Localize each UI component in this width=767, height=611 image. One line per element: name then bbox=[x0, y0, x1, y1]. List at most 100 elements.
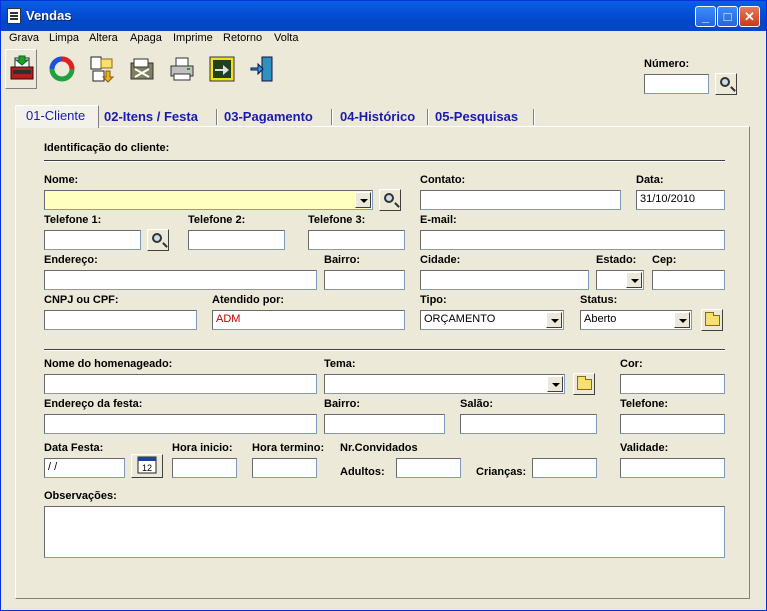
salao-input[interactable] bbox=[460, 414, 597, 434]
telefone3-input[interactable] bbox=[308, 230, 405, 250]
hora-termino-input[interactable] bbox=[252, 458, 317, 478]
data-label: Data: bbox=[636, 174, 664, 186]
homenageado-input[interactable] bbox=[44, 374, 317, 394]
endereco-festa-label: Endereço da festa: bbox=[44, 398, 143, 410]
email-label: E-mail: bbox=[420, 214, 457, 226]
save-tool-button[interactable] bbox=[5, 49, 37, 89]
tab-separator bbox=[533, 109, 535, 125]
tab-pesquisas[interactable]: 05-Pesquisas bbox=[435, 107, 518, 127]
endereco-festa-input[interactable] bbox=[44, 414, 317, 434]
tab-separator bbox=[427, 109, 429, 125]
status-value: Aberto bbox=[584, 313, 617, 325]
nome-search-button[interactable] bbox=[379, 189, 401, 211]
nr-convidados-label: Nr.Convidados bbox=[340, 442, 418, 454]
window-title: Vendas bbox=[26, 8, 72, 23]
menu-altera[interactable]: Altera bbox=[89, 32, 118, 44]
endereco-input[interactable] bbox=[44, 270, 317, 290]
cep-input[interactable] bbox=[652, 270, 725, 290]
tab-historico[interactable]: 04-Histórico bbox=[340, 107, 415, 127]
status-combobox[interactable]: Aberto bbox=[580, 310, 692, 330]
maximize-button[interactable]: □ bbox=[717, 6, 738, 27]
numero-search-button[interactable] bbox=[715, 73, 737, 95]
telefone3-label: Telefone 3: bbox=[308, 214, 366, 226]
printer-icon bbox=[170, 57, 194, 81]
nome-combobox[interactable] bbox=[44, 190, 373, 210]
telefone2-input[interactable] bbox=[188, 230, 285, 250]
tema-label: Tema: bbox=[324, 358, 356, 370]
telefone-festa-input[interactable] bbox=[620, 414, 725, 434]
return-tool-button[interactable] bbox=[205, 49, 237, 89]
edit-tool-button[interactable] bbox=[85, 49, 117, 89]
chevron-down-icon[interactable] bbox=[674, 312, 690, 328]
menu-apaga[interactable]: Apaga bbox=[130, 32, 162, 44]
observacoes-textarea[interactable] bbox=[44, 506, 725, 558]
cor-label: Cor: bbox=[620, 358, 643, 370]
validade-input[interactable] bbox=[620, 458, 725, 478]
delete-icon bbox=[130, 58, 154, 80]
section-divider bbox=[44, 160, 725, 162]
chevron-down-icon[interactable] bbox=[626, 272, 642, 288]
tipo-value: ORÇAMENTO bbox=[424, 313, 496, 325]
adultos-label: Adultos: bbox=[340, 466, 385, 478]
homenageado-label: Nome do homenageado: bbox=[44, 358, 173, 370]
menu-limpa[interactable]: Limpa bbox=[49, 32, 79, 44]
telefone-festa-label: Telefone: bbox=[620, 398, 669, 410]
criancas-input[interactable] bbox=[532, 458, 597, 478]
search-icon bbox=[384, 193, 394, 203]
cor-input[interactable] bbox=[620, 374, 725, 394]
tab-separator bbox=[216, 109, 218, 125]
hora-inicio-input[interactable] bbox=[172, 458, 237, 478]
delete-tool-button[interactable] bbox=[125, 49, 157, 89]
chevron-down-icon[interactable] bbox=[547, 376, 563, 392]
tipo-label: Tipo: bbox=[420, 294, 447, 306]
window: Vendas _ □ ✕ Grava Limpa Altera Apaga Im… bbox=[0, 0, 767, 611]
tema-folder-button[interactable] bbox=[573, 373, 595, 395]
email-input[interactable] bbox=[420, 230, 725, 250]
tipo-combobox[interactable]: ORÇAMENTO bbox=[420, 310, 564, 330]
menu-imprime[interactable]: Imprime bbox=[173, 32, 213, 44]
contato-input[interactable] bbox=[420, 190, 621, 210]
atendido-input[interactable]: ADM bbox=[212, 310, 405, 330]
tab-pagamento[interactable]: 03-Pagamento bbox=[224, 107, 313, 127]
adultos-input[interactable] bbox=[396, 458, 461, 478]
tab-itens-festa[interactable]: 02-Itens / Festa bbox=[104, 107, 198, 127]
print-tool-button[interactable] bbox=[165, 49, 197, 89]
refresh-icon bbox=[49, 56, 75, 82]
bairro-input[interactable] bbox=[324, 270, 405, 290]
data-festa-input[interactable]: / / bbox=[44, 458, 125, 478]
tema-combobox[interactable] bbox=[324, 374, 565, 394]
bairro-festa-input[interactable] bbox=[324, 414, 445, 434]
cnpj-input[interactable] bbox=[44, 310, 197, 330]
exit-tool-button[interactable] bbox=[245, 49, 277, 89]
calendar-icon-number: 12 bbox=[142, 463, 152, 473]
telefone-search-button[interactable] bbox=[147, 229, 169, 251]
search-icon bbox=[720, 77, 730, 87]
menu-volta[interactable]: Volta bbox=[274, 32, 298, 44]
chevron-down-icon[interactable] bbox=[546, 312, 562, 328]
tab-cliente[interactable]: 01-Cliente bbox=[15, 105, 99, 128]
menu-retorno[interactable]: Retorno bbox=[223, 32, 262, 44]
refresh-tool-button[interactable] bbox=[45, 49, 77, 89]
chevron-down-icon[interactable] bbox=[355, 192, 371, 208]
menu-grava[interactable]: Grava bbox=[9, 32, 39, 44]
minimize-button[interactable]: _ bbox=[695, 6, 716, 27]
save-icon bbox=[10, 55, 34, 80]
nome-label: Nome: bbox=[44, 174, 79, 186]
close-button[interactable]: ✕ bbox=[739, 6, 760, 27]
section-title: Identificação do cliente: bbox=[44, 142, 170, 154]
status-folder-button[interactable] bbox=[701, 309, 723, 331]
data-input[interactable]: 31/10/2010 bbox=[636, 190, 725, 210]
telefone2-label: Telefone 2: bbox=[188, 214, 246, 226]
numero-input[interactable] bbox=[644, 74, 709, 94]
numero-label: Número: bbox=[644, 58, 690, 70]
endereco-label: Endereço: bbox=[44, 254, 98, 266]
cnpj-label: CNPJ ou CPF: bbox=[44, 294, 119, 306]
hora-termino-label: Hora termino: bbox=[252, 442, 325, 454]
cidade-input[interactable] bbox=[420, 270, 589, 290]
bairro-festa-label: Bairro: bbox=[324, 398, 361, 410]
estado-combobox[interactable] bbox=[596, 270, 644, 290]
telefone1-input[interactable] bbox=[44, 230, 141, 250]
search-icon bbox=[152, 233, 162, 243]
edit-document-icon bbox=[90, 56, 115, 83]
calendar-button[interactable]: 12 bbox=[131, 454, 163, 478]
